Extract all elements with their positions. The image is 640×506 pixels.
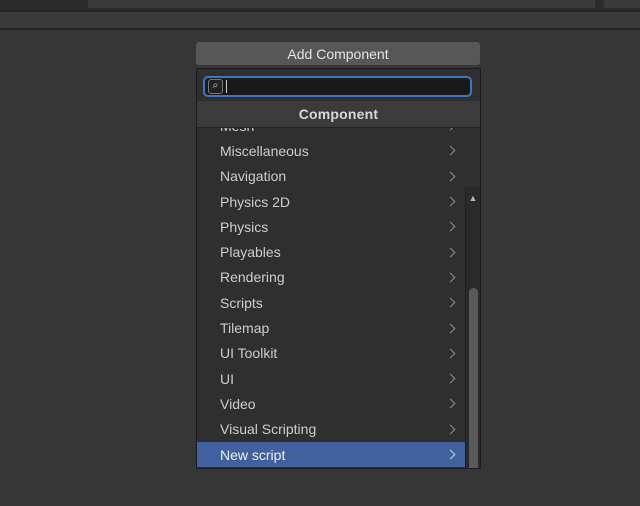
scrollbar[interactable]: ▲ ▼ (465, 187, 480, 468)
submenu-chevron-icon (445, 272, 456, 283)
list-item-label: Scripts (220, 294, 263, 311)
magnifier-icon: ⌕ (212, 79, 219, 92)
list-item-video[interactable]: Video (197, 391, 465, 416)
component-menu-header: Component (197, 101, 480, 128)
list-item-navigation[interactable]: Navigation (197, 164, 465, 189)
list-item-playables[interactable]: Playables (197, 239, 465, 264)
scrollbar-thumb[interactable] (468, 288, 478, 468)
list-item-physics[interactable]: Physics (197, 214, 465, 239)
panel-tab-edge-right (604, 0, 640, 8)
submenu-chevron-icon (445, 424, 456, 435)
component-menu-header-label: Component (298, 106, 379, 122)
list-item-label: Visual Scripting (220, 421, 317, 438)
submenu-chevron-icon (445, 398, 456, 409)
submenu-chevron-icon (445, 297, 456, 308)
list-item-label: Navigation (220, 168, 287, 185)
submenu-chevron-icon (445, 128, 456, 131)
list-item-label: New script (220, 446, 286, 463)
list-item-ui[interactable]: UI (197, 366, 465, 391)
list-item-label: Video (220, 395, 256, 412)
list-item-new-script[interactable]: New script (197, 441, 465, 468)
list-item-miscellaneous[interactable]: Miscellaneous (197, 138, 465, 163)
list-item-label: UI Toolkit (220, 345, 278, 362)
scroll-up-arrow-icon[interactable]: ▲ (466, 194, 480, 203)
search-input[interactable]: ⌕ (203, 76, 472, 97)
list-item-scripts[interactable]: Scripts (197, 290, 465, 315)
list-item-label: Rendering (220, 269, 285, 286)
submenu-chevron-icon (445, 221, 456, 232)
list-item-label: Physics (220, 218, 269, 235)
text-cursor (226, 80, 227, 93)
component-list-viewport: Mesh Miscellaneous Navigation Physics 2D Phy… (197, 128, 480, 468)
panel-tab-edge-left (88, 0, 595, 8)
horizontal-divider (0, 28, 640, 30)
submenu-chevron-icon (445, 171, 456, 182)
list-item-rendering[interactable]: Rendering (197, 265, 465, 290)
search-scope-button[interactable]: ⌕ (208, 79, 223, 94)
submenu-chevron-icon (445, 145, 456, 156)
add-component-dropdown: ⌕ Component Mesh Miscellaneous Navigation P… (196, 68, 481, 469)
list-item-label: Playables (220, 244, 281, 261)
list-item-label: Miscellaneous (220, 142, 309, 159)
list-item-visual-scripting[interactable]: Visual Scripting (197, 417, 465, 442)
submenu-chevron-icon (445, 196, 456, 207)
submenu-chevron-icon (445, 373, 456, 384)
list-item-ui-toolkit[interactable]: UI Toolkit (197, 341, 465, 366)
component-list: Mesh Miscellaneous Navigation Physics 2D Phy… (197, 128, 465, 468)
submenu-chevron-icon (445, 323, 456, 333)
submenu-chevron-icon (445, 449, 456, 460)
list-item-mesh[interactable]: Mesh (197, 128, 465, 138)
list-item-tilemap[interactable]: Tilemap (197, 315, 465, 340)
list-item-physics-2d[interactable]: Physics 2D (197, 189, 465, 214)
toolbar-band (0, 12, 640, 28)
submenu-chevron-icon (445, 348, 456, 359)
list-item-label: Mesh (220, 128, 254, 134)
submenu-chevron-icon (445, 247, 456, 258)
list-item-label: UI (220, 370, 234, 387)
list-item-label: Tilemap (220, 320, 270, 337)
list-item-label: Physics 2D (220, 193, 291, 210)
add-component-button[interactable]: Add Component (196, 42, 480, 65)
